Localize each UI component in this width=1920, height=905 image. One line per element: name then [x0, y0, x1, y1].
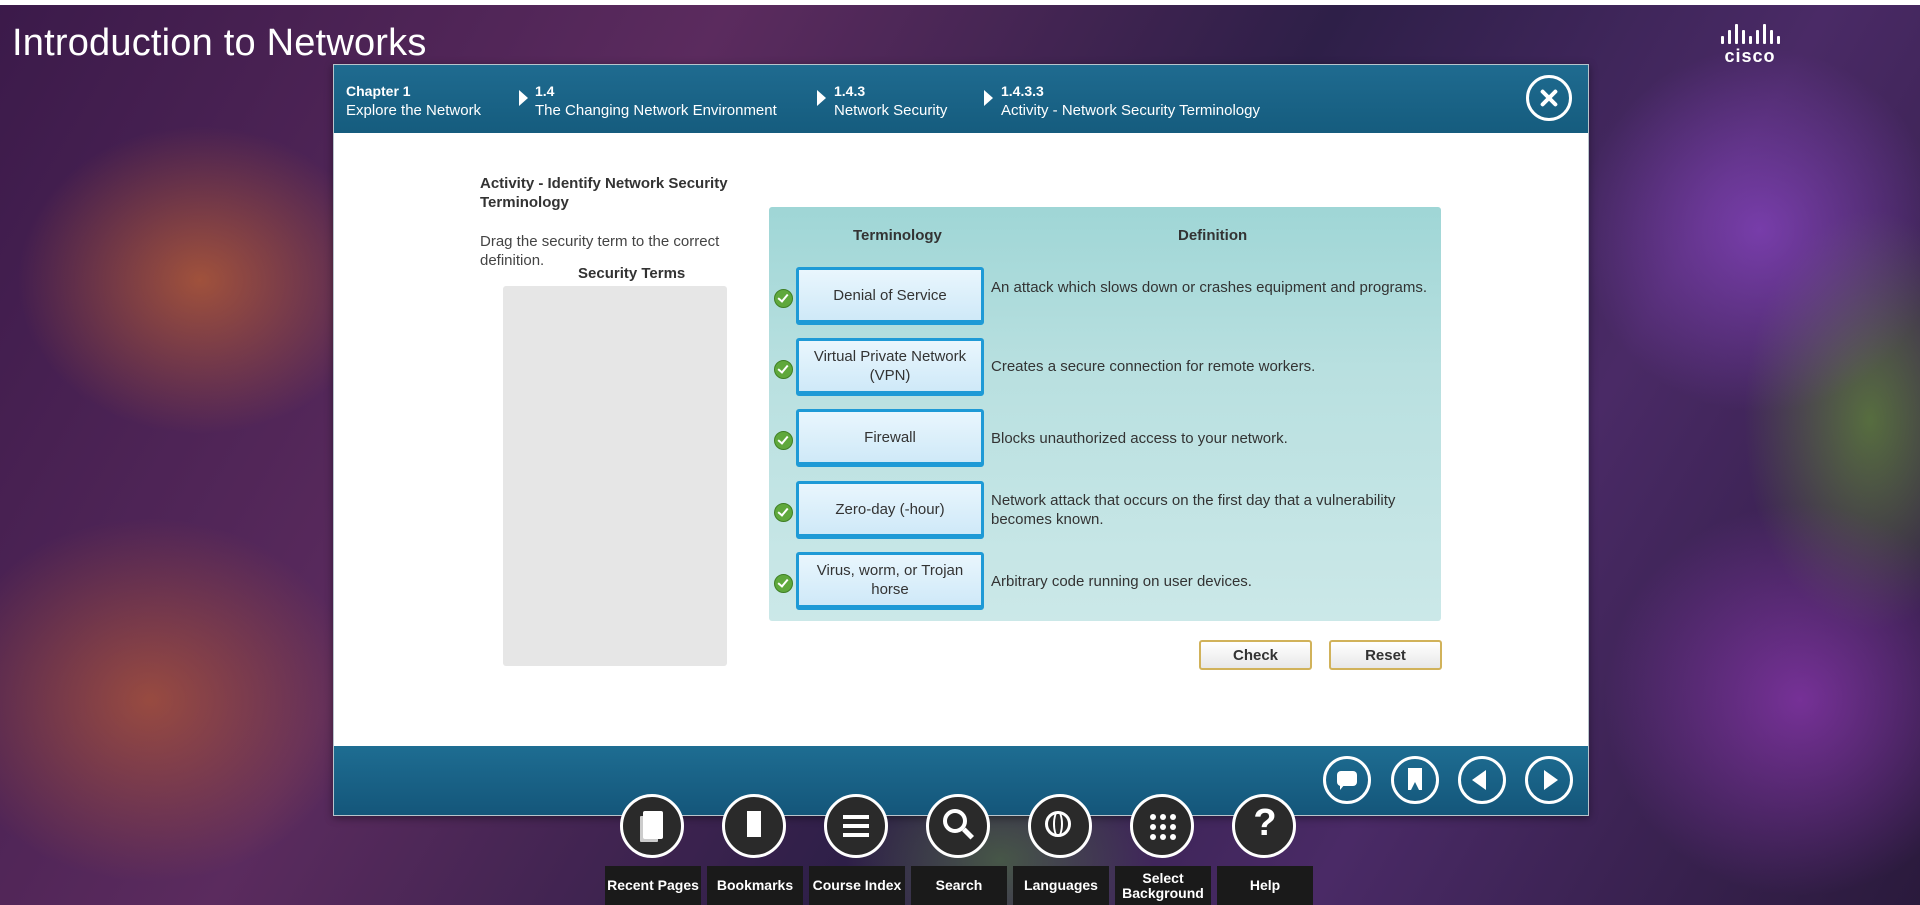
check-icon: [774, 503, 793, 522]
table-row: Firewall Blocks unauthorized access to y…: [769, 409, 1441, 469]
definition-text: Network attack that occurs on the first …: [991, 492, 1396, 528]
check-button[interactable]: Check: [1199, 640, 1312, 670]
top-border: [0, 0, 1920, 5]
cisco-bars-icon: [1712, 24, 1788, 44]
previous-page-button[interactable]: [1458, 756, 1506, 804]
help-label[interactable]: Help: [1217, 866, 1313, 905]
table-row: Denial of Service An attack which slows …: [769, 267, 1441, 327]
bookmarks-label[interactable]: Bookmarks: [707, 866, 803, 905]
recent-pages-label[interactable]: Recent Pages: [605, 866, 701, 905]
term-card[interactable]: Virus, worm, or Trojan horse: [796, 552, 984, 610]
bookmark-page-button[interactable]: [1391, 756, 1439, 804]
chat-icon: [1337, 771, 1357, 790]
breadcrumb-arrow-icon: [984, 90, 993, 106]
cisco-wordmark: cisco: [1724, 46, 1776, 66]
next-page-button[interactable]: [1525, 756, 1573, 804]
cisco-logo: cisco: [1712, 24, 1788, 68]
search-button[interactable]: [926, 794, 990, 858]
table-row: Virus, worm, or Trojan horse Arbitrary c…: [769, 552, 1441, 612]
languages-label[interactable]: Languages: [1013, 866, 1109, 905]
bookmarks-button[interactable]: [722, 794, 786, 858]
security-terms-heading: Security Terms: [578, 265, 686, 282]
globe-meridian: [1053, 811, 1063, 837]
matching-table: Terminology Definition Denial of Service…: [769, 207, 1441, 621]
check-icon: [774, 289, 793, 308]
select-background-button[interactable]: [1130, 794, 1194, 858]
terminology-column-header: Terminology: [853, 227, 942, 244]
check-icon: [774, 574, 793, 593]
list-icon: [843, 815, 869, 819]
bookmark-icon: [1408, 768, 1422, 790]
security-terms-dropzone[interactable]: [503, 286, 727, 666]
term-card[interactable]: Denial of Service: [796, 267, 984, 325]
course-index-label[interactable]: Course Index: [809, 866, 905, 905]
breadcrumb-subsection[interactable]: 1.4.3 Network Security: [834, 81, 947, 121]
search-handle: [961, 827, 975, 840]
breadcrumb-section[interactable]: 1.4 The Changing Network Environment: [535, 81, 777, 121]
term-card[interactable]: Virtual Private Network (VPN): [796, 338, 984, 396]
term-card[interactable]: Zero-day (-hour): [796, 481, 984, 539]
breadcrumb: Chapter 1 Explore the Network 1.4 The Ch…: [334, 65, 1588, 133]
breadcrumb-arrow-icon: [519, 90, 528, 106]
select-background-label[interactable]: Select Background: [1115, 866, 1211, 905]
recent-pages-button[interactable]: [620, 794, 684, 858]
help-button[interactable]: ?: [1232, 794, 1296, 858]
check-icon: [774, 360, 793, 379]
pages-icon: [643, 811, 663, 839]
comments-button[interactable]: [1323, 756, 1371, 804]
arrow-left-icon: [1472, 770, 1486, 790]
breadcrumb-chapter[interactable]: Chapter 1 Explore the Network: [346, 81, 481, 121]
bookmark-icon: [747, 811, 761, 837]
definition-text: Blocks unauthorized access to your netwo…: [991, 430, 1288, 447]
app-title: Introduction to Networks: [12, 22, 427, 64]
reset-button[interactable]: Reset: [1329, 640, 1442, 670]
course-index-button[interactable]: [824, 794, 888, 858]
activity-title: Activity - Identify Network Security Ter…: [480, 175, 728, 211]
table-row: Zero-day (-hour) Network attack that occ…: [769, 481, 1441, 541]
grid-icon: [1150, 814, 1156, 820]
definition-column-header: Definition: [1178, 227, 1248, 244]
term-card[interactable]: Firewall: [796, 409, 984, 467]
breadcrumb-arrow-icon: [817, 90, 826, 106]
search-label[interactable]: Search: [911, 866, 1007, 905]
check-icon: [774, 431, 793, 450]
activity-dialog: Chapter 1 Explore the Network 1.4 The Ch…: [333, 64, 1589, 816]
close-button[interactable]: [1526, 75, 1572, 121]
table-row: Virtual Private Network (VPN) Creates a …: [769, 338, 1441, 398]
definition-text: Arbitrary code running on user devices.: [991, 573, 1252, 590]
languages-button[interactable]: [1028, 794, 1092, 858]
breadcrumb-activity[interactable]: 1.4.3.3 Activity - Network Security Term…: [1001, 81, 1260, 121]
help-icon: ?: [1253, 802, 1277, 844]
arrow-right-icon: [1544, 770, 1558, 790]
definition-text: Creates a secure connection for remote w…: [991, 358, 1316, 375]
definition-text: An attack which slows down or crashes eq…: [991, 279, 1428, 296]
